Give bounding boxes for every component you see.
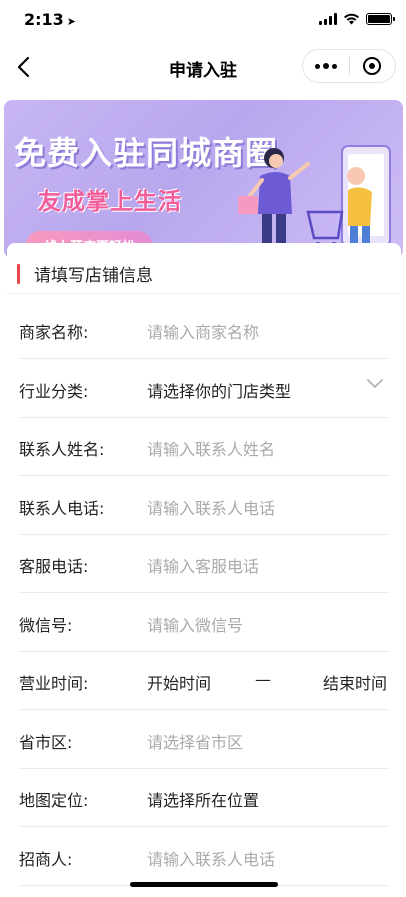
field-label: 省市区: <box>19 733 73 752</box>
section-accent-bar <box>17 263 20 284</box>
section-header: 请填写店铺信息 <box>17 261 153 286</box>
miniprogram-capsule <box>302 49 396 83</box>
contact-phone-input[interactable]: 请输入联系人电话 <box>147 495 275 519</box>
business-hours-field: 营业时间: 开始时间 — 结束时间 <box>19 652 389 710</box>
map-location-field[interactable]: 地图定位: 请选择所在位置 <box>19 769 389 827</box>
divider <box>7 293 401 294</box>
home-indicator <box>130 882 278 887</box>
wechat-id-input[interactable]: 请输入微信号 <box>147 612 243 636</box>
recruiter-field[interactable]: 招商人: 请输入联系人电话 <box>19 828 389 886</box>
wifi-icon <box>344 13 359 25</box>
section-title: 请填写店铺信息 <box>34 266 153 286</box>
shopping-illustration <box>238 145 391 252</box>
battery-icon <box>366 13 395 25</box>
field-label: 行业分类: <box>19 382 89 401</box>
field-label: 联系人姓名: <box>19 440 105 459</box>
banner-subtitle: 友成掌上生活 <box>38 189 182 215</box>
promo-banner[interactable]: 免费入驻同城商圈 友成掌上生活 线上开店更轻松 <box>4 100 403 258</box>
cellular-signal-icon <box>319 13 337 25</box>
more-options-button[interactable] <box>303 63 349 69</box>
field-label: 招商人: <box>19 850 73 869</box>
industry-category-field[interactable]: 行业分类: 请选择你的门店类型 <box>19 360 389 418</box>
industry-category-select[interactable]: 请选择你的门店类型 <box>147 378 291 402</box>
store-info-form: 请填写店铺信息 商家名称: 请输入商家名称 行业分类: 请选择你的门店类型 联系… <box>7 243 401 897</box>
service-phone-field[interactable]: 客服电话: 请输入客服电话 <box>19 535 389 593</box>
field-label: 客服电话: <box>19 557 89 576</box>
start-time-picker[interactable]: 开始时间 <box>147 670 211 694</box>
recruiter-phone-input[interactable]: 请输入联系人电话 <box>147 846 275 870</box>
contact-name-input[interactable]: 请输入联系人姓名 <box>147 436 275 460</box>
region-field[interactable]: 省市区: 请选择省市区 <box>19 711 389 769</box>
status-time: 2:13 ➤ <box>24 10 77 29</box>
field-label: 地图定位: <box>19 791 89 810</box>
status-icons <box>319 13 395 25</box>
time-separator: — <box>255 670 271 689</box>
contact-name-field[interactable]: 联系人姓名: 请输入联系人姓名 <box>19 418 389 476</box>
merchant-name-field[interactable]: 商家名称: 请输入商家名称 <box>19 301 389 359</box>
field-label: 商家名称: <box>19 323 89 342</box>
field-label: 联系人电话: <box>19 499 105 518</box>
service-phone-input[interactable]: 请输入客服电话 <box>147 553 259 577</box>
nav-bar: 申请入驻 <box>0 40 406 94</box>
end-time-picker[interactable]: 结束时间 <box>323 670 387 694</box>
field-label: 微信号: <box>19 616 73 635</box>
region-select[interactable]: 请选择省市区 <box>147 729 243 753</box>
wechat-id-field[interactable]: 微信号: 请输入微信号 <box>19 594 389 652</box>
target-icon <box>363 57 382 75</box>
field-label: 营业时间: <box>19 674 89 693</box>
status-bar: 2:13 ➤ <box>0 0 406 40</box>
map-location-select[interactable]: 请选择所在位置 <box>147 787 259 811</box>
close-miniprogram-button[interactable] <box>350 57 396 75</box>
chevron-down-icon <box>367 379 383 388</box>
merchant-name-input[interactable]: 请输入商家名称 <box>147 319 259 343</box>
contact-phone-field[interactable]: 联系人电话: 请输入联系人电话 <box>19 477 389 535</box>
location-arrow-icon: ➤ <box>66 15 77 28</box>
